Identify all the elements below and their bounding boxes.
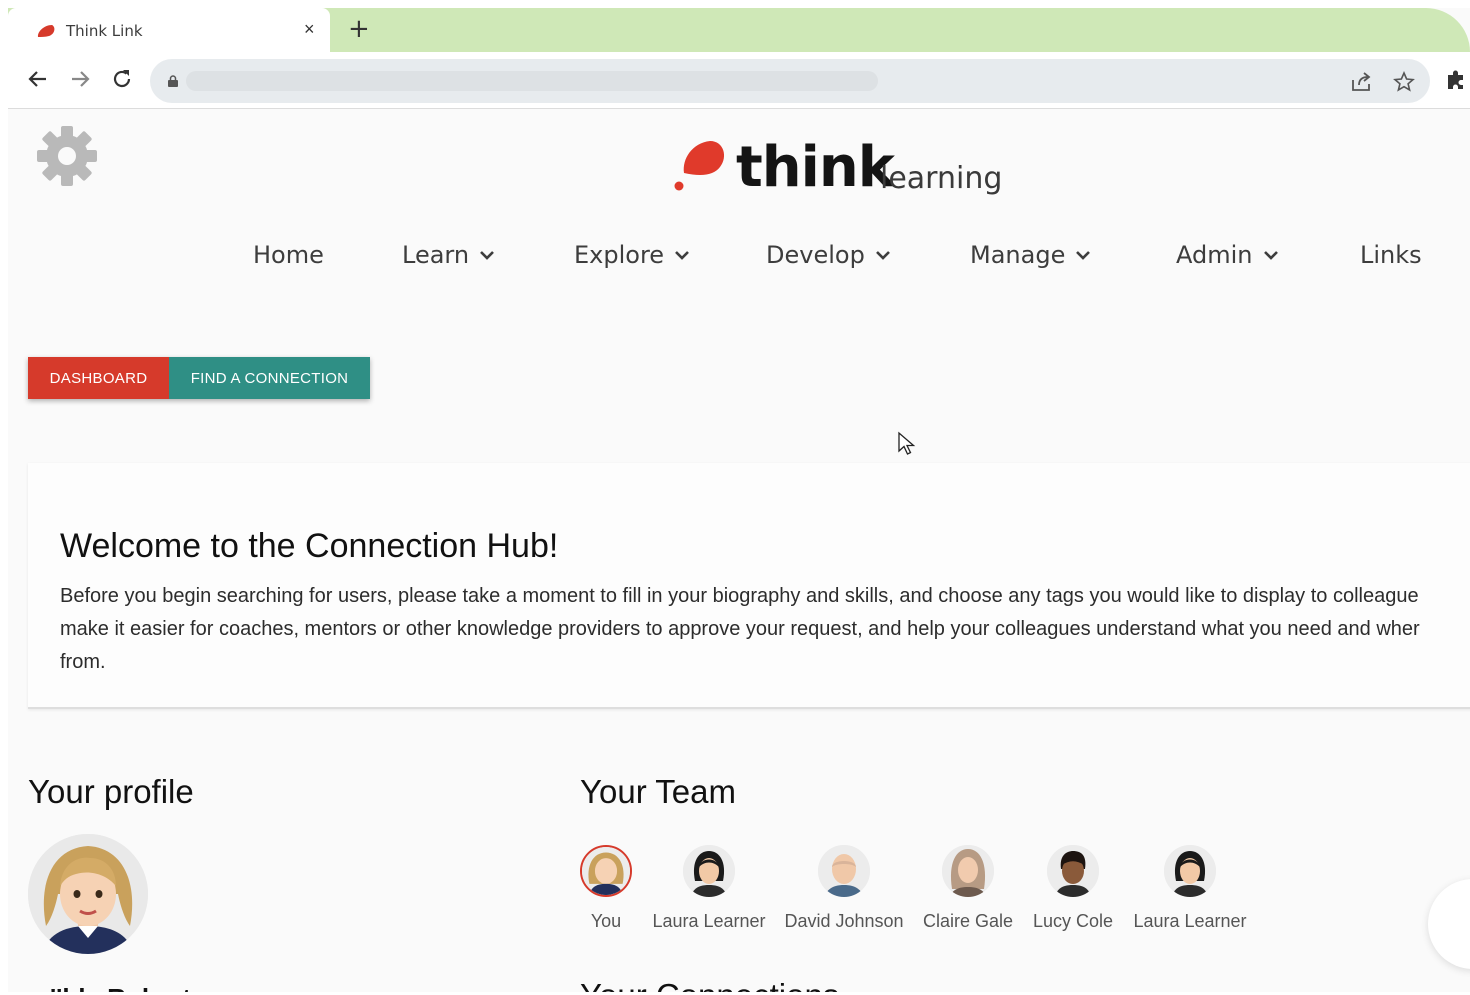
logo-drop-icon [674, 141, 725, 191]
think-learning-logo[interactable]: think learning [672, 135, 1012, 205]
nav-explore[interactable]: Explore [574, 241, 690, 269]
browser-window: Think Link × + think learning Home Learn… [8, 8, 1470, 992]
bookmark-star-icon[interactable] [1393, 71, 1415, 93]
dark-hair-woman-avatar-icon [1164, 845, 1216, 897]
nav-admin-label: Admin [1176, 241, 1253, 269]
nav-explore-label: Explore [574, 241, 665, 269]
tab-strip: Think Link × + [8, 8, 1470, 52]
blonde-woman-avatar-icon [582, 847, 630, 895]
new-tab-button[interactable]: + [348, 14, 370, 44]
profile-name: ''lda Roberts [50, 983, 205, 992]
chevron-down-icon [1076, 251, 1091, 260]
blonde-woman-avatar-icon [28, 834, 148, 954]
profile-heading: Your profile [28, 773, 194, 810]
nav-links[interactable]: Links [1360, 241, 1422, 269]
welcome-title: Welcome to the Connection Hub! [60, 527, 559, 565]
tab-close-icon[interactable]: × [304, 19, 315, 40]
profile-avatar[interactable] [28, 834, 148, 954]
nav-home[interactable]: Home [253, 241, 324, 269]
find-connection-button[interactable]: FIND A CONNECTION [169, 357, 370, 399]
nav-learn-label: Learn [402, 241, 470, 269]
team-member-claire-gale[interactable]: Claire Gale [908, 845, 1028, 932]
chevron-down-icon [675, 251, 689, 260]
extensions-puzzle-icon[interactable] [1444, 67, 1468, 91]
logo-learning-text: learning [880, 161, 1003, 196]
share-icon[interactable] [1350, 71, 1372, 93]
reload-icon[interactable] [109, 66, 135, 92]
nav-develop-label: Develop [766, 241, 865, 269]
dashboard-button[interactable]: DASHBOARD [28, 357, 169, 399]
nav-home-label: Home [253, 241, 324, 269]
team-member-david-johnson[interactable]: David Johnson [784, 845, 904, 932]
nav-links-label: Links [1360, 241, 1422, 269]
hub-button-group: DASHBOARD FIND A CONNECTION [28, 357, 370, 399]
avatar [1047, 845, 1099, 897]
avatar [818, 845, 870, 897]
welcome-line-3: from. [60, 651, 106, 673]
long-hair-woman-avatar-icon [942, 845, 994, 897]
avatar [942, 845, 994, 897]
tab-title: Think Link [66, 22, 143, 40]
team-member-lucy-cole[interactable]: Lucy Cole [1013, 845, 1133, 932]
bald-man-avatar-icon [818, 845, 870, 897]
team-member-name: Laura Learner [652, 911, 766, 931]
logo-think-text: think [736, 135, 895, 200]
main-navigation: Home Learn Explore Develop Manage Admin [8, 241, 1470, 281]
team-member-name: David Johnson [784, 911, 904, 931]
nav-develop[interactable]: Develop [766, 241, 891, 269]
avatar [1164, 845, 1216, 897]
think-favicon-icon [37, 25, 55, 37]
address-bar[interactable] [150, 59, 1430, 103]
team-member-laura-learner[interactable]: Laura Learner [649, 845, 769, 932]
nav-learn[interactable]: Learn [402, 241, 495, 269]
team-member-name: Laura Learner [1133, 911, 1247, 931]
team-member-you[interactable]: You [546, 845, 666, 932]
team-member-name: Claire Gale [922, 911, 1014, 931]
short-hair-person-avatar-icon [1047, 845, 1099, 897]
mouse-cursor-icon [898, 431, 916, 455]
chevron-down-icon [1263, 251, 1278, 260]
team-heading: Your Team [580, 773, 736, 810]
page-content: think learning Home Learn Explore Develo… [8, 109, 1470, 992]
welcome-line-2: make it easier for coaches, mentors or o… [60, 618, 1420, 640]
avatar [580, 845, 632, 897]
browser-toolbar [8, 52, 1470, 109]
connections-heading: Your Connections [580, 977, 839, 992]
welcome-line-1: Before you begin searching for users, pl… [60, 585, 1419, 607]
team-member-laura-learner-2[interactable]: Laura Learner [1130, 845, 1250, 932]
lock-icon [168, 75, 178, 87]
forward-arrow-icon[interactable] [67, 66, 93, 92]
dark-hair-woman-avatar-icon [683, 845, 735, 897]
welcome-card: Welcome to the Connection Hub! Before yo… [28, 463, 1470, 709]
browser-tab[interactable]: Think Link × [8, 8, 330, 52]
welcome-description: Before you begin searching for users, pl… [60, 580, 1470, 679]
url-redacted [186, 71, 878, 91]
nav-manage-label: Manage [970, 241, 1066, 269]
team-member-name: You [590, 911, 622, 931]
back-arrow-icon[interactable] [25, 66, 51, 92]
chevron-down-icon [480, 251, 494, 260]
nav-manage[interactable]: Manage [970, 241, 1091, 269]
nav-admin[interactable]: Admin [1176, 241, 1279, 269]
floating-chat-button[interactable] [1428, 879, 1470, 969]
chevron-down-icon [875, 251, 890, 260]
team-member-name: Lucy Cole [1032, 911, 1114, 931]
avatar [683, 845, 735, 897]
settings-gear-icon[interactable] [36, 125, 98, 187]
